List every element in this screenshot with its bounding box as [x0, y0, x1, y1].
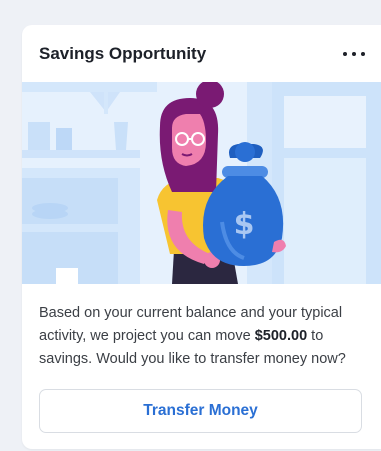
card-title: Savings Opportunity — [39, 44, 207, 63]
transfer-amount: $500.00 — [254, 328, 308, 344]
savings-message: Based on your current balance and your t… — [39, 302, 369, 371]
savings-opportunity-card: Savings Opportunity $ Based on your curr… — [22, 25, 381, 449]
transfer-money-button[interactable]: Transfer Money — [39, 389, 362, 433]
savings-illustration: $ — [22, 82, 381, 284]
more-options-icon[interactable] — [343, 48, 365, 60]
dollar-sign-icon: $ — [234, 207, 255, 242]
card-header: Savings Opportunity — [22, 25, 381, 82]
